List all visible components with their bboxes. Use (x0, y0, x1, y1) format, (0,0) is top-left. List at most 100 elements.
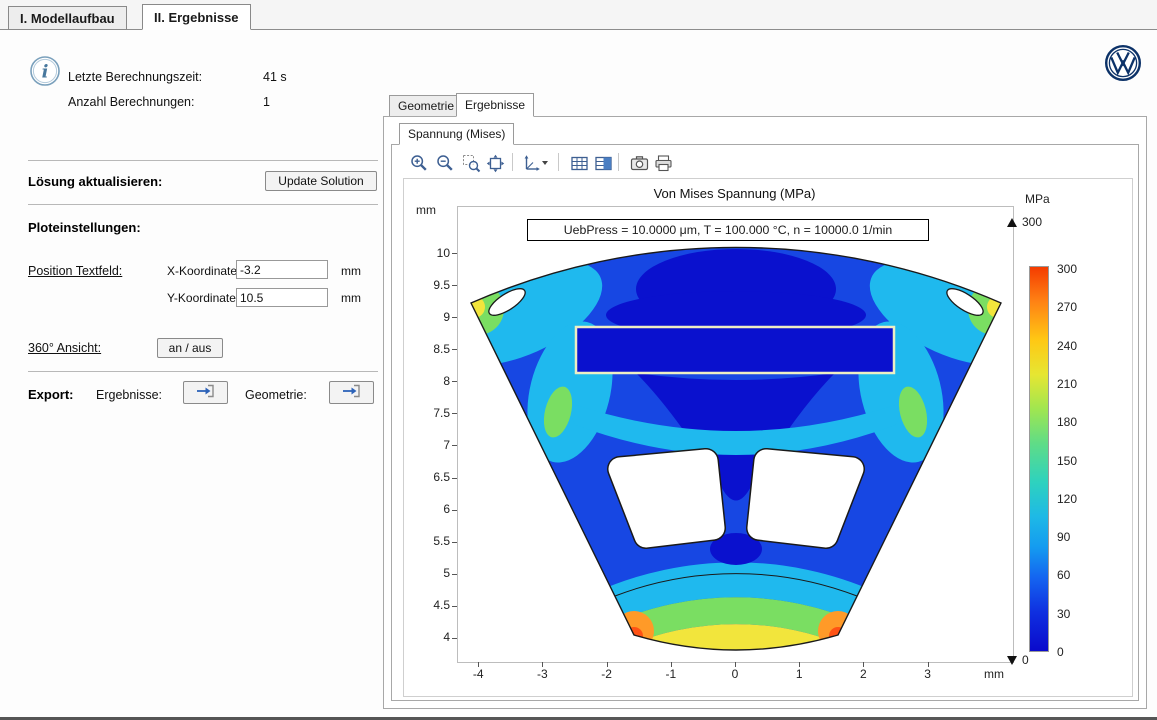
plot-title: Von Mises Spannung (MPa) (457, 186, 1012, 201)
update-solution-label: Lösung aktualisieren: (28, 174, 162, 189)
x-tick-label: 3 (906, 667, 950, 681)
x-tick-label: -2 (585, 667, 629, 681)
print-icon[interactable] (652, 153, 674, 173)
tab-modellaufbau[interactable]: I. Modellaufbau (8, 6, 127, 30)
toolbar-separator (512, 153, 513, 171)
triangle-down-icon (1007, 656, 1017, 665)
plot-settings-heading: Ploteinstellungen: (28, 220, 141, 235)
y-tick-label: 5 (412, 566, 450, 580)
y-tick-label: 5.5 (412, 534, 450, 548)
view-orientation-icon[interactable] (520, 153, 542, 173)
grid-icon[interactable] (568, 153, 590, 173)
view-360-label: 360° Ansicht: (28, 341, 101, 355)
stress-field (458, 239, 1013, 662)
y-tick-mark (452, 413, 457, 414)
tab-ergebnisse[interactable]: II. Ergebnisse (142, 4, 251, 30)
tab-geometrie[interactable]: Geometrie (389, 95, 463, 117)
last-computation-value: 41 s (263, 70, 287, 84)
sidebar-separator (28, 204, 378, 205)
x-tick-label: -1 (649, 667, 693, 681)
y-tick-label: 7.5 (412, 406, 450, 420)
legend-tick-label: 240 (1057, 339, 1077, 353)
y-tick-label: 7 (412, 438, 450, 452)
y-axis-unit: mm (416, 203, 436, 217)
view-360-toggle-button[interactable]: an / aus (157, 338, 223, 358)
legend-tick-label: 270 (1057, 300, 1077, 314)
legend-tick-label: 60 (1057, 568, 1070, 582)
flux-barrier-right (759, 461, 852, 536)
legend-min-marker: 0 (1007, 653, 1029, 667)
x-coordinate-label: X-Koordinate: (167, 264, 240, 278)
y-tick-label: 4 (412, 630, 450, 644)
x-coordinate-unit: mm (341, 264, 361, 278)
y-coordinate-input[interactable] (236, 288, 328, 307)
x-tick-label: -3 (520, 667, 564, 681)
computation-count-label: Anzahl Berechnungen: (68, 95, 194, 109)
y-tick-label: 8 (412, 374, 450, 388)
info-icon: i (29, 55, 61, 92)
x-coordinate-input[interactable] (236, 260, 328, 279)
zoom-box-icon[interactable] (460, 153, 482, 173)
tab-spannung-mises[interactable]: Spannung (Mises) (399, 123, 514, 145)
y-tick-mark (452, 606, 457, 607)
split-view-icon[interactable] (592, 153, 614, 173)
legend-tick-label: 180 (1057, 415, 1077, 429)
zoom-in-icon[interactable] (408, 153, 430, 173)
y-tick-mark (452, 542, 457, 543)
y-tick-mark (452, 253, 457, 254)
sidebar-separator (28, 160, 378, 161)
legend-tick-label: 210 (1057, 377, 1077, 391)
zoom-extents-icon[interactable] (484, 153, 506, 173)
export-arrow-icon (195, 383, 217, 402)
update-solution-button[interactable]: Update Solution (265, 171, 377, 191)
magnet-slot-rect (576, 327, 894, 373)
export-results-label: Ergebnisse: (96, 388, 162, 402)
legend-tick-label: 300 (1057, 262, 1077, 276)
legend-unit: MPa (1025, 192, 1050, 206)
app-window: I. Modellaufbau II. Ergebnisse i Letzte … (0, 0, 1157, 720)
export-geometry-button[interactable] (329, 381, 374, 404)
zoom-out-icon[interactable] (434, 153, 456, 173)
computation-count-value: 1 (263, 95, 270, 109)
y-tick-mark (452, 349, 457, 350)
y-coordinate-label: Y-Koordinate: (167, 291, 239, 305)
text-position-label: Position Textfeld: (28, 264, 122, 278)
x-tick-label: 2 (841, 667, 885, 681)
sidebar-separator (28, 371, 378, 372)
x-tick-mark (542, 662, 543, 667)
x-tick-mark (863, 662, 864, 667)
y-tick-label: 6 (412, 502, 450, 516)
toolbar-separator (558, 153, 559, 171)
x-tick-mark (799, 662, 800, 667)
toolbar-separator (618, 153, 619, 171)
chevron-down-icon (542, 161, 548, 165)
export-geometry-label: Geometrie: (245, 388, 307, 402)
tab-ergebnisse-graphics[interactable]: Ergebnisse (456, 93, 534, 117)
y-tick-label: 8.5 (412, 342, 450, 356)
y-tick-mark (452, 445, 457, 446)
x-axis-unit: mm (974, 667, 1014, 681)
y-tick-mark (452, 317, 457, 318)
legend-max-value: 300 (1022, 215, 1042, 229)
legend-min-value: 0 (1022, 653, 1029, 667)
legend-max-marker: 300 (1007, 215, 1042, 229)
x-tick-mark (928, 662, 929, 667)
camera-icon[interactable] (628, 153, 650, 173)
export-results-button[interactable] (183, 381, 228, 404)
view-orientation-dropdown[interactable] (540, 153, 550, 173)
legend-tick-label: 150 (1057, 454, 1077, 468)
y-coordinate-unit: mm (341, 291, 361, 305)
x-tick-mark (607, 662, 608, 667)
y-tick-label: 9.5 (412, 278, 450, 292)
x-tick-label: 1 (777, 667, 821, 681)
flux-barrier-left (620, 461, 713, 536)
legend-tick-label: 0 (1057, 645, 1064, 659)
main-tabbar: I. Modellaufbau II. Ergebnisse (0, 0, 1157, 30)
plot-graphics[interactable]: Von Mises Spannung (MPa) UebPress = 10.0… (403, 178, 1133, 697)
y-tick-mark (452, 381, 457, 382)
stress-contour-svg (458, 207, 1013, 662)
legend-tick-label: 30 (1057, 607, 1070, 621)
x-tick-mark (671, 662, 672, 667)
x-tick-mark (478, 662, 479, 667)
svg-text:i: i (42, 62, 49, 83)
